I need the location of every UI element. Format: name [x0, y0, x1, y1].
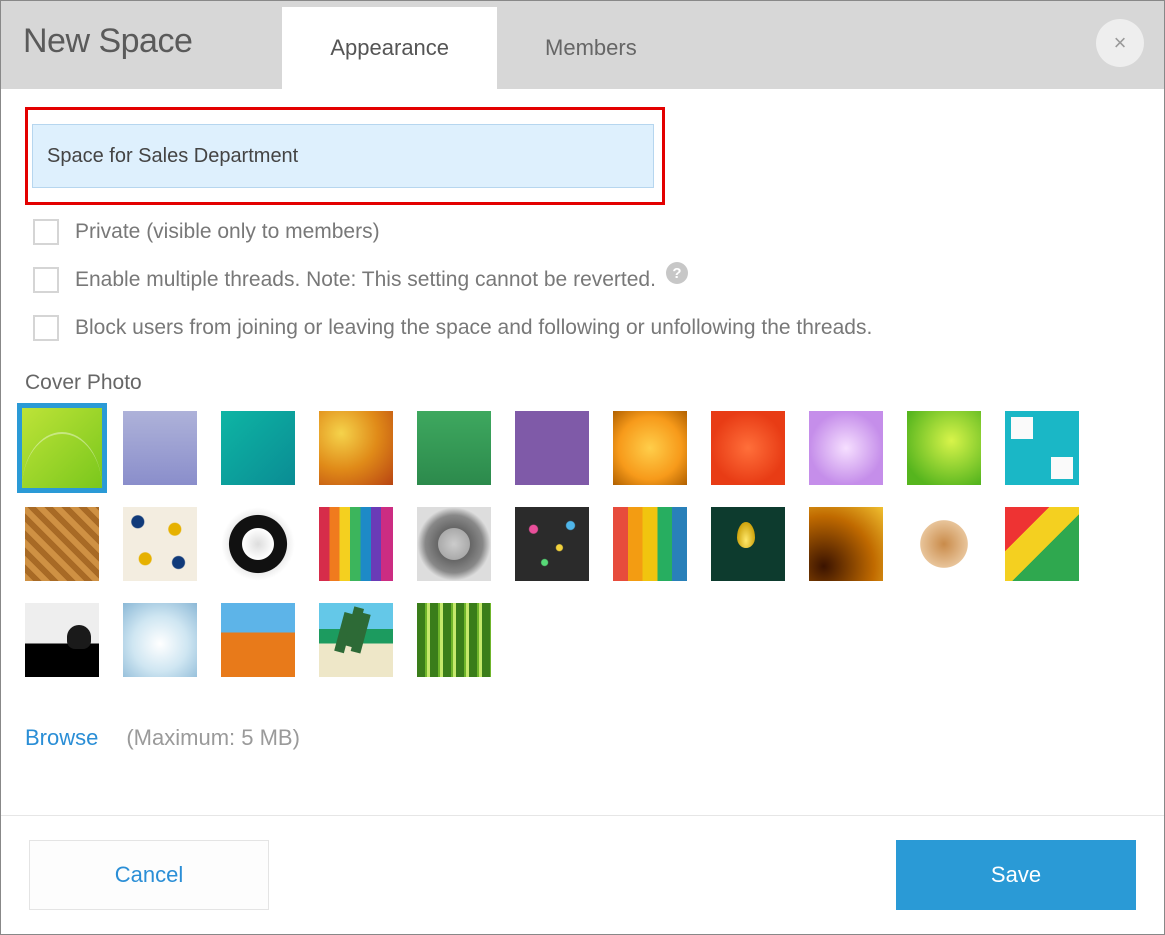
cover-thumb-orange-grunge[interactable] — [319, 411, 393, 485]
private-checkbox[interactable] — [33, 219, 59, 245]
cover-thumb-wood-parquet[interactable] — [25, 507, 99, 581]
cover-thumb-metal-gear[interactable] — [417, 507, 491, 581]
block-label: Block users from joining or leaving the … — [75, 316, 872, 340]
private-label: Private (visible only to members) — [75, 220, 380, 244]
cover-thumb-orange-flower[interactable] — [613, 411, 687, 485]
cover-thumb-pumpkins[interactable] — [221, 603, 295, 677]
cover-thumb-grid — [25, 411, 1105, 677]
cover-photo-title: Cover Photo — [25, 371, 1140, 395]
cover-thumb-lilac-flower[interactable] — [809, 411, 883, 485]
cover-thumb-smiley-pencils[interactable] — [613, 507, 687, 581]
cover-thumb-colored-pencils-flat[interactable] — [319, 507, 393, 581]
tab-appearance[interactable]: Appearance — [282, 7, 497, 89]
appearance-panel: Private (visible only to members) Enable… — [1, 89, 1164, 791]
dialog-title: New Space — [23, 22, 192, 61]
cover-thumb-bamboo[interactable] — [417, 603, 491, 677]
tab-members[interactable]: Members — [497, 7, 685, 89]
cover-thumb-green-flat[interactable] — [417, 411, 491, 485]
option-block-row: Block users from joining or leaving the … — [33, 315, 1140, 341]
cover-thumb-purple-flat[interactable] — [515, 411, 589, 485]
cover-thumb-cyan-cubes[interactable] — [1005, 411, 1079, 485]
browse-row: Browse (Maximum: 5 MB) — [25, 725, 1140, 751]
cover-thumb-moroccan-tile[interactable] — [123, 507, 197, 581]
cover-thumb-purple-gradient[interactable] — [123, 411, 197, 485]
cover-thumb-chalkboard-doodles[interactable] — [515, 507, 589, 581]
browse-note: (Maximum: 5 MB) — [126, 725, 300, 751]
tab-bar: Appearance Members — [282, 7, 684, 89]
dialog-body[interactable]: Private (visible only to members) Enable… — [1, 89, 1164, 815]
space-name-input[interactable] — [32, 124, 654, 188]
cover-thumb-teal-water[interactable] — [221, 411, 295, 485]
cover-thumb-lime-curve[interactable] — [22, 408, 102, 488]
cancel-button[interactable]: Cancel — [29, 840, 269, 910]
option-threads-row: Enable multiple threads. Note: This sett… — [33, 267, 1140, 293]
cover-thumb-red-carnation[interactable] — [711, 411, 785, 485]
save-button[interactable]: Save — [896, 840, 1136, 910]
cover-thumb-lightbulb-idea[interactable] — [711, 507, 785, 581]
close-button[interactable]: × — [1096, 19, 1144, 67]
threads-checkbox[interactable] — [33, 267, 59, 293]
block-checkbox[interactable] — [33, 315, 59, 341]
threads-label: Enable multiple threads. Note: This sett… — [75, 268, 656, 292]
dialog-footer: Cancel Save — [1, 815, 1164, 934]
dialog-header: New Space Appearance Members × — [1, 1, 1164, 89]
cover-thumb-dark-amber[interactable] — [809, 507, 883, 581]
new-space-dialog: New Space Appearance Members × Private (… — [0, 0, 1165, 935]
cover-thumb-french-bulldog[interactable] — [25, 603, 99, 677]
cover-thumb-vegetables[interactable] — [1005, 507, 1079, 581]
help-icon[interactable]: ? — [666, 262, 688, 284]
close-icon: × — [1114, 30, 1127, 56]
cover-thumb-green-leaf[interactable] — [907, 411, 981, 485]
option-private-row: Private (visible only to members) — [33, 219, 1140, 245]
space-name-highlight — [25, 107, 665, 205]
cover-thumb-winter-tree[interactable] — [123, 603, 197, 677]
cover-thumb-compass[interactable] — [221, 507, 295, 581]
cover-thumb-latte-art[interactable] — [907, 507, 981, 581]
cover-thumb-tropical-beach[interactable] — [319, 603, 393, 677]
browse-link[interactable]: Browse — [25, 725, 98, 751]
